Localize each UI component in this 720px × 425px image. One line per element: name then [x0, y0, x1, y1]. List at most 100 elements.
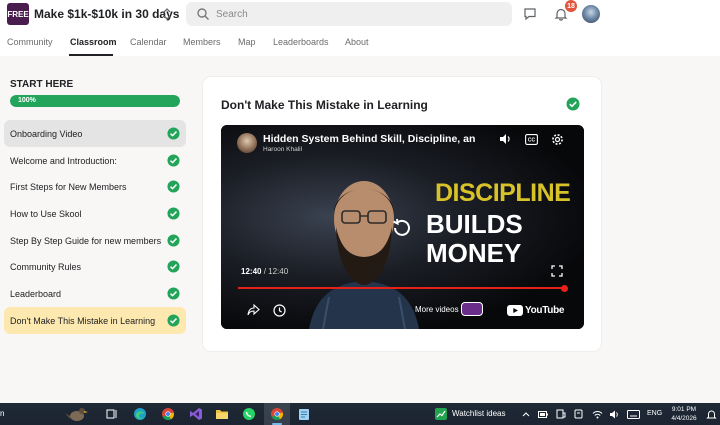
youtube-logo[interactable]: YouTube [507, 303, 565, 317]
lesson-label: Don't Make This Mistake in Learning [10, 315, 156, 326]
check-circle-icon [167, 314, 180, 327]
chrome-active-icon[interactable] [269, 406, 285, 422]
youtube-wordmark: YouTube [525, 304, 565, 316]
share-icon[interactable] [245, 302, 261, 318]
tab-map[interactable]: Map [238, 37, 256, 47]
check-circle-icon [167, 180, 180, 193]
time-total: 12:40 [268, 267, 289, 276]
lesson-item-dont-make-this-mistake[interactable]: Don't Make This Mistake in Learning [4, 306, 186, 334]
search-icon [197, 8, 209, 20]
chrome-icon[interactable] [160, 406, 176, 422]
volume-icon[interactable] [497, 131, 513, 147]
video-timecode: 12:40 / 12:40 [241, 267, 288, 276]
lesson-item-leaderboard[interactable]: Leaderboard [4, 280, 186, 307]
lesson-item-step-by-step-guide[interactable]: Step By Step Guide for new members [4, 227, 186, 254]
nav-tabs: Community Classroom Calendar Members Map… [0, 30, 720, 56]
notepad-icon[interactable] [296, 406, 312, 422]
watch-later-clock-icon[interactable] [271, 302, 287, 318]
thumbnail-text-discipline: DISCIPLINE [435, 179, 571, 207]
file-explorer-icon[interactable] [214, 406, 230, 422]
keyboard-icon[interactable] [625, 406, 641, 422]
check-circle-icon [167, 127, 180, 140]
channel-avatar[interactable] [237, 133, 257, 153]
avatar[interactable] [582, 5, 600, 23]
notification-badge: 18 [565, 0, 577, 12]
video-title[interactable]: Hidden System Behind Skill, Discipline, … [263, 133, 475, 145]
lesson-item-community-rules[interactable]: Community Rules [4, 253, 186, 280]
tab-members[interactable]: Members [183, 37, 221, 47]
chevron-updown-icon[interactable] [160, 6, 174, 22]
progress-label: 100% [18, 97, 36, 104]
lesson-item-welcome[interactable]: Welcome and Introduction: [4, 147, 186, 174]
settings-gear-icon[interactable] [549, 131, 565, 147]
svg-text:CC: CC [527, 137, 535, 143]
lesson-label: Onboarding Video [10, 129, 83, 139]
check-circle-icon[interactable] [566, 97, 580, 111]
taskbar-clock[interactable]: 9:01 PM 4/4/2026 [669, 405, 699, 423]
lesson-label: Leaderboard [10, 289, 62, 300]
check-circle-icon [167, 234, 180, 247]
video-channel-name[interactable]: Haroon Khalil [263, 146, 302, 153]
active-tab-indicator [69, 54, 113, 56]
lesson-item-how-to-use-skool[interactable]: How to Use Skool [4, 200, 186, 227]
group-logo[interactable]: FREE [7, 3, 29, 25]
chat-icon[interactable] [521, 5, 539, 23]
lesson-label: First Steps for New Members [10, 182, 127, 193]
clock-date: 4/4/2026 [671, 415, 697, 422]
lesson-item-first-steps[interactable]: First Steps for New Members [4, 173, 186, 200]
lesson-label: Welcome and Introduction: [10, 155, 117, 166]
presenter-figure [309, 181, 419, 329]
lesson-label: How to Use Skool [10, 209, 82, 220]
module-progress-bar: 100% [10, 95, 180, 107]
notification-center-icon[interactable] [703, 406, 719, 422]
search-input[interactable] [216, 5, 496, 23]
visual-studio-icon[interactable] [188, 406, 204, 422]
scrubber-handle[interactable] [561, 285, 568, 292]
check-circle-icon [167, 154, 180, 167]
chevron-up-icon[interactable] [518, 406, 534, 422]
youtube-play-icon [507, 304, 523, 316]
speaker-icon[interactable] [606, 406, 622, 422]
whatsapp-icon[interactable] [241, 406, 257, 422]
module-title[interactable]: START HERE [10, 79, 73, 90]
lesson-list: Onboarding Video Welcome and Introductio… [4, 120, 186, 334]
tab-community[interactable]: Community [7, 37, 53, 47]
watchlist-ideas-label[interactable]: Watchlist ideas [452, 409, 506, 418]
language-indicator[interactable]: ENG [647, 410, 662, 417]
progress-scrubber[interactable] [238, 287, 566, 289]
task-view-icon[interactable] [104, 406, 120, 422]
battery-icon[interactable] [535, 406, 551, 422]
tab-calendar[interactable]: Calendar [130, 37, 167, 47]
onedrive-icon[interactable] [571, 406, 587, 422]
stock-chart-icon[interactable] [433, 406, 449, 422]
windows-taskbar: n Watchlist ideas ENG 9:01 PM 4/4/2026 [0, 403, 720, 425]
lesson-title: Don't Make This Mistake in Learning [221, 98, 428, 112]
edge-browser-icon[interactable] [132, 406, 148, 422]
replay-icon[interactable] [391, 217, 413, 239]
wifi-icon[interactable] [589, 406, 605, 422]
thumbnail-text-builds: BUILDS [426, 209, 523, 239]
lesson-item-onboarding-video[interactable]: Onboarding Video [4, 120, 186, 147]
device-icon[interactable] [553, 406, 569, 422]
more-videos-label[interactable]: More videos [415, 305, 459, 314]
top-bar: FREE Make $1k-$10k in 30 days 18 Communi… [0, 0, 720, 56]
more-videos-thumbnail[interactable] [461, 302, 483, 316]
fullscreen-icon[interactable] [551, 265, 563, 277]
check-circle-icon [167, 287, 180, 300]
search-bar[interactable] [186, 2, 512, 26]
tab-classroom[interactable]: Classroom [70, 37, 117, 47]
taskbar-search-text[interactable]: n [0, 409, 4, 418]
lesson-label: Community Rules [10, 262, 82, 273]
tab-about[interactable]: About [345, 37, 369, 47]
video-player[interactable]: Hidden System Behind Skill, Discipline, … [221, 125, 584, 329]
group-name[interactable]: Make $1k-$10k in 30 days [34, 7, 179, 21]
widget-bird-icon[interactable] [64, 405, 90, 423]
check-circle-icon [167, 207, 180, 220]
tab-leaderboards[interactable]: Leaderboards [273, 37, 329, 47]
thumbnail-text-money: MONEY [426, 238, 522, 268]
check-circle-icon [167, 260, 180, 273]
clock-time: 9:01 PM [671, 406, 697, 413]
captions-icon[interactable]: CC [523, 131, 539, 147]
time-current: 12:40 [241, 267, 262, 276]
lesson-label: Step By Step Guide for new members [10, 235, 162, 246]
